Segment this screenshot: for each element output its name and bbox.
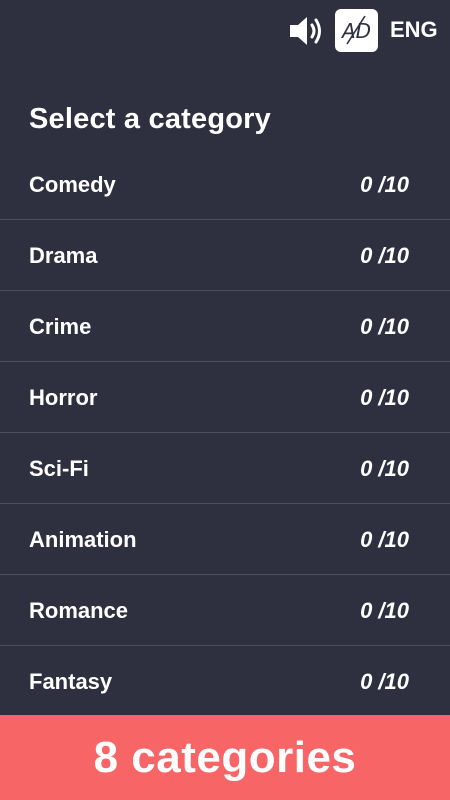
category-name: Comedy: [29, 172, 116, 197]
category-item-animation[interactable]: Animation 0 /10: [0, 504, 450, 575]
category-item-crime[interactable]: Crime 0 /10: [0, 291, 450, 362]
category-score: 0 /10: [360, 314, 409, 339]
speaker-volume-icon: [290, 17, 321, 45]
top-bar: AD ENG: [0, 0, 450, 64]
category-name: Romance: [29, 598, 129, 623]
category-item-horror[interactable]: Horror 0 /10: [0, 362, 450, 433]
category-count-label: 8 categories: [93, 732, 357, 782]
remove-ads-button[interactable]: AD: [335, 9, 378, 52]
category-name: Drama: [29, 243, 98, 268]
category-score: 0 /10: [360, 456, 409, 481]
category-item-romance[interactable]: Romance 0 /10: [0, 575, 450, 646]
category-score: 0 /10: [360, 243, 409, 268]
category-name: Horror: [29, 385, 98, 410]
category-item-comedy[interactable]: Comedy 0 /10: [0, 149, 450, 220]
category-list: Comedy 0 /10 Drama 0 /10 Crime 0 /10 Hor…: [0, 149, 450, 717]
category-score: 0 /10: [360, 385, 409, 410]
sound-toggle-button[interactable]: [286, 12, 326, 50]
category-name: Animation: [29, 527, 137, 552]
category-name: Fantasy: [29, 669, 113, 694]
category-item-sci-fi[interactable]: Sci-Fi 0 /10: [0, 433, 450, 504]
language-selector[interactable]: ENG: [390, 17, 438, 43]
category-name: Crime: [29, 314, 92, 339]
page-title: Select a category: [29, 103, 271, 135]
category-score: 0 /10: [360, 172, 409, 197]
category-score: 0 /10: [360, 598, 409, 623]
category-screen: AD ENG Select a category Comedy 0 /10 Dr…: [0, 0, 450, 800]
category-item-fantasy[interactable]: Fantasy 0 /10: [0, 646, 450, 717]
category-item-drama[interactable]: Drama 0 /10: [0, 220, 450, 291]
category-score: 0 /10: [360, 669, 409, 694]
category-count-banner: 8 categories: [0, 715, 450, 800]
category-name: Sci-Fi: [29, 456, 89, 481]
no-ads-icon: [346, 15, 366, 45]
category-score: 0 /10: [360, 527, 409, 552]
